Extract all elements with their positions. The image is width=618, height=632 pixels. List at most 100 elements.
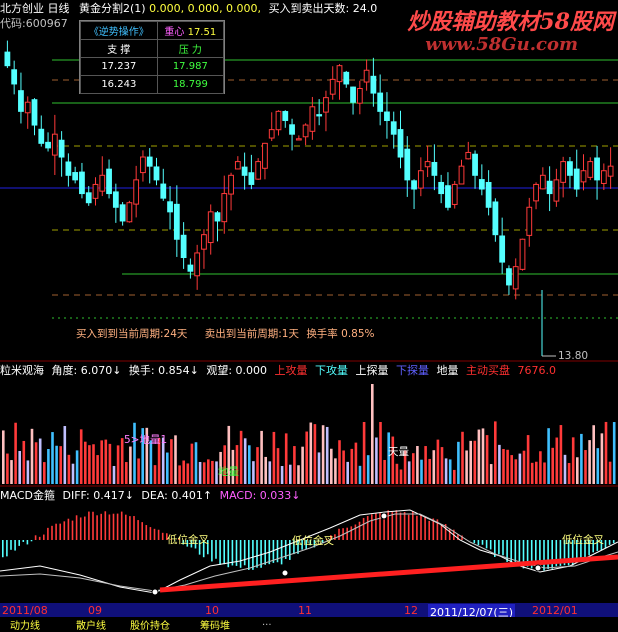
candle xyxy=(588,157,593,180)
volume-bar xyxy=(510,455,513,484)
candle xyxy=(364,59,369,90)
candle xyxy=(479,164,484,195)
candle-down xyxy=(59,140,64,157)
macd-bar xyxy=(289,540,291,560)
box-resist-1: 17.987 xyxy=(157,58,223,76)
candle-down xyxy=(317,115,322,116)
macd-bar xyxy=(605,540,607,548)
volume-bar xyxy=(580,434,583,484)
macd-bar xyxy=(51,526,53,540)
volume-bar xyxy=(556,438,559,484)
macd-bar xyxy=(88,512,90,540)
volume-bar xyxy=(281,466,284,484)
volume-bar xyxy=(334,458,337,484)
macd-bar xyxy=(10,540,12,550)
macd-bar xyxy=(375,513,377,540)
indicator-name[interactable]: 黄金分割2(1) xyxy=(79,2,146,15)
candle-down xyxy=(249,173,254,185)
candle-up xyxy=(303,125,308,137)
macd-bar xyxy=(215,540,217,559)
macd-bar xyxy=(498,540,500,554)
volume-bar xyxy=(252,461,255,484)
candle-down xyxy=(39,129,44,143)
box-col-support: 支 撑 xyxy=(81,40,158,58)
candle-up xyxy=(330,79,335,94)
candle-down xyxy=(174,204,179,239)
volume-bar xyxy=(609,462,612,484)
volume-bar xyxy=(305,432,308,484)
candle-down xyxy=(412,181,417,189)
volume-bar xyxy=(420,460,423,484)
volume-bar xyxy=(523,451,526,484)
candle-down xyxy=(113,192,118,207)
candle xyxy=(59,131,64,177)
date-label-4: 11 xyxy=(298,604,312,617)
tab-retail-line[interactable]: 散户线 xyxy=(76,617,106,632)
candle-up xyxy=(208,212,213,243)
volume-bar xyxy=(125,462,128,484)
tab-more[interactable]: ... xyxy=(262,617,272,628)
candle-down xyxy=(46,142,51,148)
macd-dea: DEA: 0.401↑ xyxy=(141,489,212,502)
candle xyxy=(32,98,37,135)
macd-bar xyxy=(2,540,4,557)
macd-bar xyxy=(223,540,225,564)
volume-bar xyxy=(100,440,103,484)
candle xyxy=(500,218,505,274)
candle-down xyxy=(371,76,376,93)
candle-down xyxy=(378,93,383,111)
candle-up xyxy=(93,184,98,198)
volume-bar xyxy=(64,426,67,484)
candle xyxy=(113,184,118,223)
macd-bar xyxy=(72,521,74,540)
candle-down xyxy=(385,112,390,120)
macd-bar xyxy=(486,540,488,548)
volume-bar xyxy=(367,455,370,484)
volume-bar xyxy=(39,439,42,484)
candle xyxy=(46,132,51,151)
candle-down xyxy=(80,172,85,193)
macd-panel-name[interactable]: MACD金箍 xyxy=(0,489,55,502)
volume-bar xyxy=(531,463,534,484)
tab-chips[interactable]: 筹码堆 xyxy=(200,617,230,632)
volume-bar xyxy=(117,445,120,484)
vol-panel-name[interactable]: 粒米观海 xyxy=(0,364,44,377)
volume-bar xyxy=(23,441,26,484)
candle-down xyxy=(507,269,512,285)
volume-bar xyxy=(10,460,13,484)
candle-up xyxy=(127,203,132,222)
macd-bar xyxy=(80,517,82,540)
candle xyxy=(520,239,525,271)
cycle-turnover: 换手率 0.85% xyxy=(306,328,374,340)
volume-bar xyxy=(59,446,62,484)
volume-bar xyxy=(113,466,116,484)
candle xyxy=(12,61,17,95)
macd-bar xyxy=(76,515,78,540)
macd-bar xyxy=(474,540,476,543)
watermark-url: www.58Gu.com xyxy=(425,34,578,55)
candle-up xyxy=(235,162,240,169)
volume-bar xyxy=(330,449,333,484)
box-support-1: 17.237 xyxy=(81,58,158,76)
volume-bar xyxy=(18,451,21,484)
vol-anno-ground: 地量 xyxy=(218,464,239,479)
candle-down xyxy=(547,181,552,193)
box-title: 《逆势操作》 xyxy=(89,27,149,38)
candle xyxy=(100,156,105,196)
tab-holdings[interactable]: 股价持仓 xyxy=(130,617,170,632)
volume-bar xyxy=(527,435,530,484)
tab-power-line[interactable]: 动力线 xyxy=(10,617,40,632)
macd-bar xyxy=(39,537,41,540)
volume-bar xyxy=(203,462,206,484)
candle-up xyxy=(100,175,105,191)
volume-bar xyxy=(314,424,317,484)
macd-bar xyxy=(105,511,107,540)
candle-up xyxy=(324,98,329,112)
volume-bar xyxy=(519,454,522,484)
volume-bar xyxy=(47,449,50,484)
macd-cross-3: 低位金叉 xyxy=(562,532,604,547)
volume-bar xyxy=(338,440,341,484)
macd-bar xyxy=(408,515,410,540)
volume-bar xyxy=(301,447,304,484)
macd-bar xyxy=(14,540,16,551)
